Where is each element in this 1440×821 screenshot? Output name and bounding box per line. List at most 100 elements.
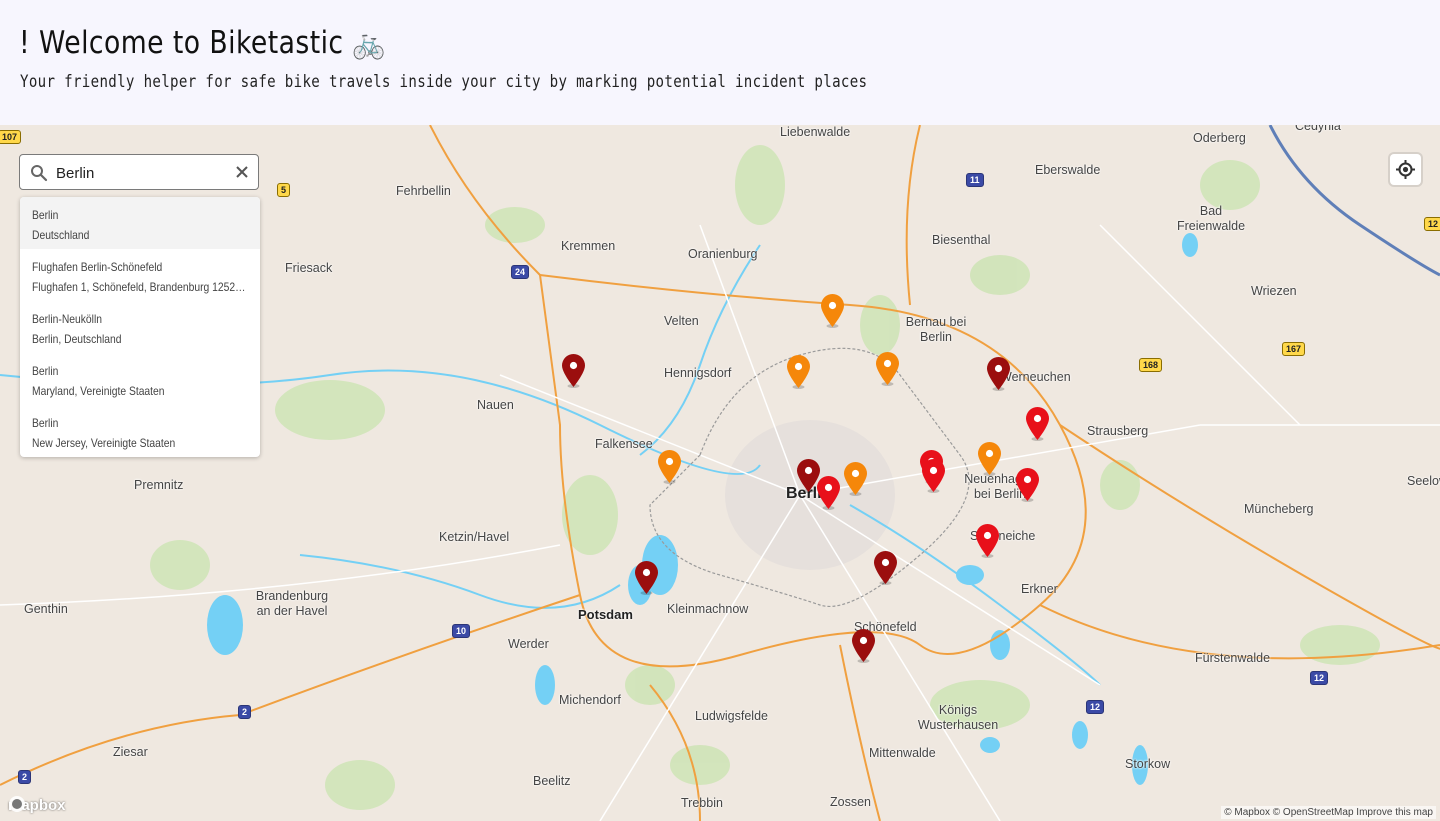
place-label: Brandenburg an der Havel: [255, 589, 329, 618]
place-label: Friesack: [285, 261, 333, 275]
incident-marker[interactable]: [842, 461, 869, 497]
place-label: Premnitz: [134, 478, 184, 492]
map-pin-icon: [787, 355, 810, 389]
road-shield: 24: [511, 265, 530, 279]
geolocate-button[interactable]: [1390, 154, 1421, 185]
attribution-mapbox-link[interactable]: © Mapbox: [1224, 807, 1270, 818]
suggestion-title: Berlin: [32, 416, 59, 430]
place-label: Eberswalde: [1035, 163, 1101, 177]
place-label: Beelitz: [533, 774, 571, 788]
place-label: Genthin: [24, 602, 68, 616]
suggestion-address: New Jersey, Vereinigte Staaten: [32, 436, 176, 450]
suggestion-address: Flughafen 1, Schönefeld, Brandenburg 125…: [32, 280, 247, 294]
incident-marker[interactable]: [785, 354, 812, 390]
place-label: Bernau bei Berlin: [905, 315, 967, 344]
geocoder-search: [19, 154, 259, 190]
search-icon: [31, 165, 48, 182]
incident-marker[interactable]: [656, 449, 683, 485]
map-pin-icon: [987, 357, 1010, 391]
map-pin-icon: [852, 629, 875, 663]
map-pin-icon: [922, 459, 945, 493]
place-label: Michendorf: [559, 693, 621, 707]
close-icon[interactable]: [234, 164, 250, 180]
place-label: Oderberg: [1193, 131, 1246, 145]
mapbox-logo-icon: [9, 796, 25, 812]
incident-marker[interactable]: [976, 441, 1003, 477]
map-pin-icon: [976, 524, 999, 558]
place-label: Ludwigsfelde: [695, 709, 768, 723]
place-label: Wriezen: [1251, 284, 1297, 298]
place-label: Königs Wusterhausen: [917, 703, 999, 732]
map-pin-icon: [562, 354, 585, 388]
incident-marker[interactable]: [819, 293, 846, 329]
road-shield: 2: [18, 770, 32, 784]
suggestion-title: Berlin: [32, 208, 59, 222]
place-label: Seelow: [1407, 474, 1440, 488]
map-pin-icon: [978, 442, 1001, 476]
map-pin-icon: [1026, 407, 1049, 441]
mapbox-logo[interactable]: mapbox: [8, 795, 66, 815]
incident-marker[interactable]: [560, 353, 587, 389]
incident-marker[interactable]: [1014, 467, 1041, 503]
incident-marker[interactable]: [872, 550, 899, 586]
improve-map-link[interactable]: Improve this map: [1356, 807, 1433, 818]
search-suggestions-list: Berlin Deutschland Flughafen Berlin-Schö…: [20, 197, 260, 457]
road-shield: 168: [1139, 358, 1163, 372]
incident-marker[interactable]: [874, 351, 901, 387]
suggestion-title: Flughafen Berlin-Schönefeld: [32, 260, 163, 274]
place-label: Hennigsdorf: [664, 366, 732, 380]
suggestion-address: Berlin, Deutschland: [32, 332, 122, 346]
place-label: Fehrbellin: [396, 184, 451, 198]
incident-marker[interactable]: [920, 458, 947, 494]
place-label: Falkensee: [595, 437, 653, 451]
place-label: Velten: [664, 314, 699, 328]
road-shield: 2: [238, 705, 252, 719]
map-pin-icon: [635, 561, 658, 595]
road-shield: 12: [1310, 671, 1329, 685]
place-label: Cedynia: [1295, 125, 1341, 133]
map-pin-icon: [874, 551, 897, 585]
place-label: Ziesar: [113, 745, 148, 759]
incident-marker[interactable]: [985, 356, 1012, 392]
map-pin-icon: [658, 450, 681, 484]
map-pin-icon: [817, 476, 840, 510]
place-label: Fürstenwalde: [1195, 651, 1271, 665]
suggestion-title: Berlin: [32, 364, 59, 378]
incident-marker[interactable]: [633, 560, 660, 596]
incident-marker[interactable]: [1024, 406, 1051, 442]
place-label: Bad Freienwalde: [1176, 204, 1246, 233]
place-label: Nauen: [477, 398, 514, 412]
page-title: ! Welcome to Biketastic 🚲: [19, 25, 387, 61]
map-pin-icon: [1016, 468, 1039, 502]
suggestion-item[interactable]: Flughafen Berlin-Schönefeld Flughafen 1,…: [20, 249, 260, 301]
attribution-osm-link[interactable]: © OpenStreetMap: [1273, 807, 1354, 818]
road-shield: 10: [452, 624, 471, 638]
crosshair-icon: [1396, 160, 1415, 179]
place-label: Kleinmachnow: [667, 602, 749, 616]
place-label: Erkner: [1021, 582, 1058, 596]
place-label: Storkow: [1125, 757, 1171, 771]
place-label: Kremmen: [561, 239, 616, 253]
road-shield: 12: [1424, 217, 1440, 231]
place-label: Zossen: [830, 795, 871, 809]
place-label: Ketzin/Havel: [439, 530, 510, 544]
place-label: Müncheberg: [1244, 502, 1314, 516]
place-label-potsdam: Potsdam: [578, 607, 633, 622]
suggestion-item[interactable]: Berlin-Neukölln Berlin, Deutschland: [20, 301, 260, 353]
map-pin-icon: [821, 294, 844, 328]
map-pin-icon: [876, 352, 899, 386]
suggestion-item[interactable]: Berlin Deutschland: [20, 197, 260, 249]
place-label: Strausberg: [1087, 424, 1149, 438]
incident-marker[interactable]: [850, 628, 877, 664]
suggestion-item[interactable]: Berlin Maryland, Vereinigte Staaten: [20, 353, 260, 405]
place-label: Trebbin: [681, 796, 723, 810]
incident-marker[interactable]: [815, 475, 842, 511]
place-label: Biesenthal: [932, 233, 991, 247]
app-header: ! Welcome to Biketastic 🚲 Your friendly …: [0, 0, 1440, 125]
incident-marker[interactable]: [974, 523, 1001, 559]
search-input[interactable]: [54, 161, 238, 185]
suggestion-item[interactable]: Berlin New Jersey, Vereinigte Staaten: [20, 405, 260, 457]
road-shield: 5: [277, 183, 291, 197]
place-label: Liebenwalde: [780, 125, 851, 139]
road-shield: 107: [0, 130, 22, 144]
